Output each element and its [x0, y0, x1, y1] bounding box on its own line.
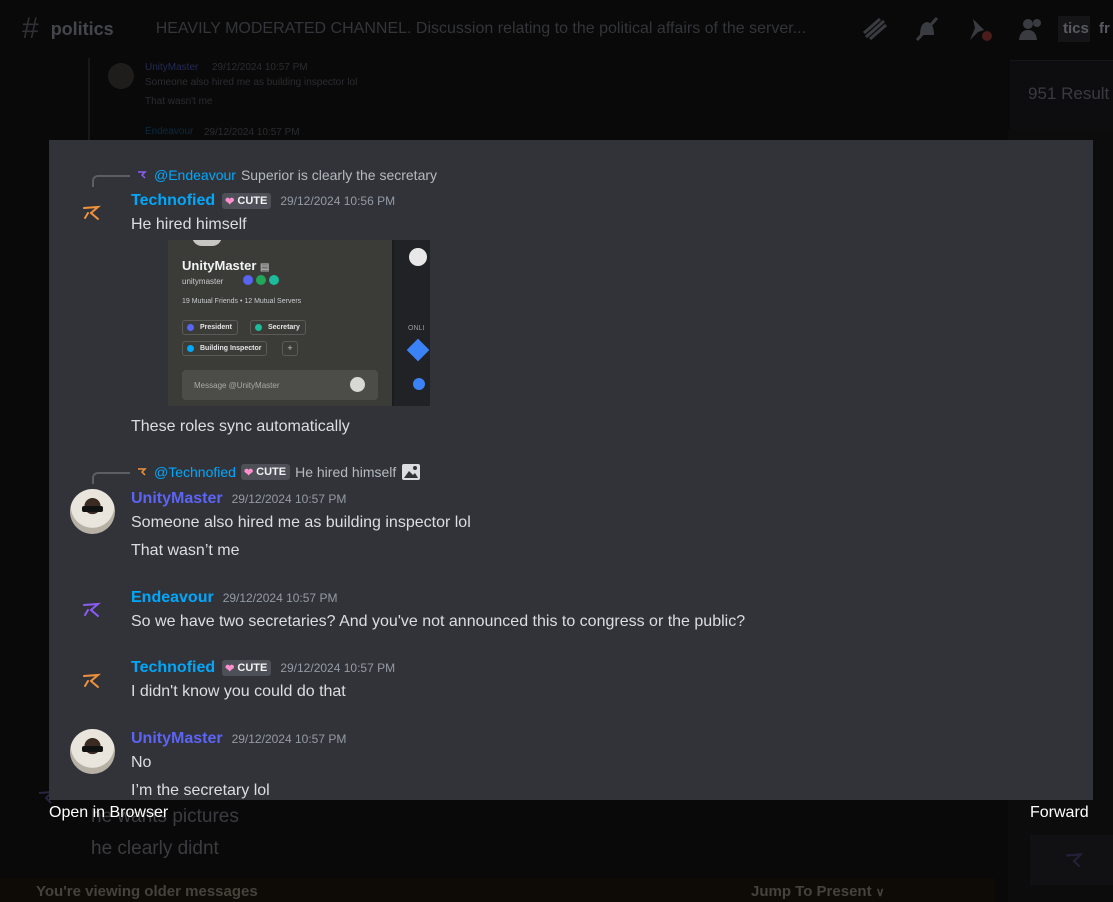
username[interactable]: UnityMaster [131, 490, 223, 508]
tag-label: CUTE [237, 195, 268, 207]
open-in-browser-link[interactable]: Open in Browser [49, 804, 168, 822]
forward-button[interactable]: Forward [1030, 804, 1089, 822]
author-icon [138, 468, 147, 476]
reply-text: He hired himself [295, 464, 397, 480]
reply-preview[interactable]: @Endeavour Superior is clearly the secre… [136, 167, 437, 183]
search-results-count: 951 Result [1028, 84, 1110, 103]
timestamp: 29/12/2024 10:57 PM [231, 732, 347, 746]
message-header: UnityMaster 29/12/2024 10:57 PM [131, 490, 346, 508]
search-fragment: fr [1099, 20, 1110, 37]
older-messages-notice: You're viewing older messages [36, 883, 258, 900]
role-chip: President [182, 320, 238, 335]
avatar[interactable] [70, 489, 115, 534]
author-icon[interactable] [81, 670, 103, 692]
message-text: He hired himself [131, 216, 247, 233]
online-label: ONLI [408, 325, 425, 332]
message-text: I didn't know you could do that [131, 683, 346, 700]
image-viewer: @Endeavour Superior is clearly the secre… [49, 140, 1093, 800]
profile-handle: unitymaster [182, 277, 224, 286]
add-role-icon: + [282, 341, 298, 356]
search-input[interactable]: tics [1058, 16, 1090, 42]
channel-name: politics [50, 18, 114, 39]
pin-icon[interactable] [964, 15, 994, 43]
message-header: Technofied ❤ CUTE 29/12/2024 10:56 PM [131, 192, 395, 210]
message-header: Endeavour 29/12/2024 10:57 PM [131, 589, 337, 607]
avatar[interactable] [70, 729, 115, 774]
mute-bell-icon[interactable] [912, 15, 942, 43]
username[interactable]: Technofied [131, 659, 215, 677]
reply-preview[interactable]: @Technofied ❤ CUTE He hired himself [136, 464, 421, 480]
message-image[interactable]: UnityMaster ▤ unitymaster 19 Mutual Frie… [168, 240, 430, 406]
chevron-down-icon: ∨ [875, 885, 885, 899]
user-tag: ❤ CUTE [222, 193, 272, 209]
background-message-text: he clearly didnt [91, 838, 219, 859]
reply-mention[interactable]: @Technofied [154, 464, 236, 480]
user-tag: ❤ CUTE [222, 660, 272, 676]
reply-connector [92, 175, 130, 187]
bg-quote-author: UnityMaster [145, 62, 199, 73]
jump-to-present-label: Jump To Present [751, 883, 872, 900]
avatar [413, 378, 425, 390]
user-tag: ❤ CUTE [240, 464, 291, 480]
message-header: UnityMaster 29/12/2024 10:57 PM [131, 730, 346, 748]
bg-quote-time: 29/12/2024 10:57 PM [204, 127, 300, 138]
heart-icon: ❤ [243, 466, 254, 479]
username[interactable]: UnityMaster [131, 730, 223, 748]
timestamp: 29/12/2024 10:57 PM [231, 492, 347, 506]
timestamp: 29/12/2024 10:57 PM [222, 591, 338, 605]
author-icon[interactable] [81, 202, 103, 224]
username[interactable]: Endeavour [131, 589, 214, 607]
author-icon[interactable] [81, 599, 103, 621]
author-icon [138, 171, 147, 179]
avatar [108, 63, 134, 89]
message-text: So we have two secretaries? And you've n… [131, 613, 746, 630]
avatar [409, 248, 427, 266]
heart-icon: ❤ [225, 662, 235, 675]
header-toolbar [860, 15, 1046, 43]
author-icon [1066, 853, 1084, 868]
message-text: That wasn’t me [131, 542, 240, 559]
members-icon[interactable] [1016, 15, 1046, 43]
reply-mention[interactable]: @Endeavour [154, 167, 236, 183]
tag-label: CUTE [237, 662, 268, 674]
timestamp: 29/12/2024 10:56 PM [280, 194, 396, 208]
bg-quote-line: Someone also hired me as building inspec… [145, 77, 358, 88]
badge-icon [243, 275, 253, 285]
profile-name: UnityMaster ▤ [182, 258, 270, 273]
emoji-icon [350, 377, 365, 392]
jump-to-present-button[interactable]: Jump To Present ∨ [751, 883, 885, 900]
heart-icon: ❤ [225, 195, 235, 208]
timestamp: 29/12/2024 10:57 PM [280, 661, 396, 675]
message-header: Technofied ❤ CUTE 29/12/2024 10:57 PM [131, 659, 395, 677]
message-text: I’m the secretary lol [131, 782, 270, 799]
message-text: These roles sync automatically [131, 418, 350, 435]
image-icon [402, 464, 421, 480]
bg-quote-line: That wasn't me [145, 96, 213, 107]
reply-connector [92, 472, 130, 484]
role-chip: Secretary [250, 320, 306, 335]
bg-quote-author: Endeavour [145, 126, 194, 137]
message-text: Someone also hired me as building inspec… [131, 514, 471, 531]
role-chip: Building Inspector [182, 341, 268, 356]
username[interactable]: Technofied [131, 192, 215, 210]
message-text: No [131, 754, 152, 771]
profile-badges [243, 275, 279, 285]
badge-icon [256, 275, 266, 285]
profile-mutuals: 19 Mutual Friends • 12 Mutual Servers [182, 298, 302, 305]
reply-text: Superior is clearly the secretary [240, 167, 438, 183]
bg-quote-time: 29/12/2024 10:57 PM [212, 62, 308, 73]
channel-topic: HEAVILY MODERATED CHANNEL. Discussion re… [155, 20, 807, 37]
badge-icon [269, 275, 279, 285]
hash-icon: # [22, 12, 39, 45]
message-input-placeholder: Message @UnityMaster [194, 381, 280, 390]
threads-icon[interactable] [860, 15, 890, 43]
tag-label: CUTE [256, 466, 287, 478]
